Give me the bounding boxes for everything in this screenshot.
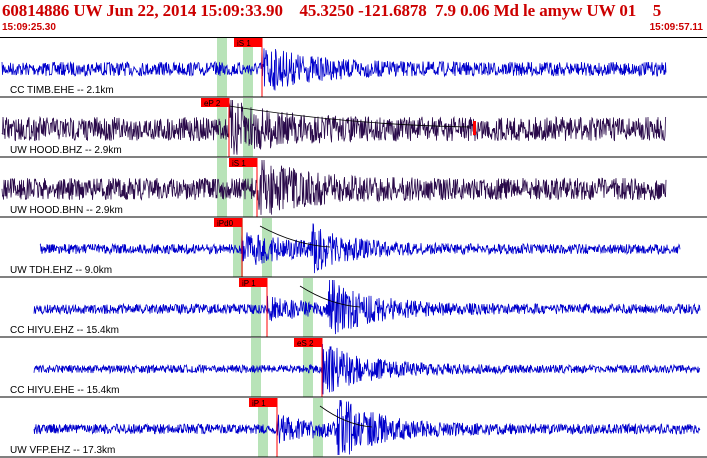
header-bar: 60814886 UW Jun 22, 2014 15:09:33.90 45.… [0, 0, 707, 37]
pick-label: iP 1 [252, 399, 266, 408]
channel-panel[interactable]: eS 2 CC HIYU.EHE -- 15.4km [0, 338, 707, 398]
channel-label: CC TIMB.EHE -- 2.1km [10, 85, 114, 96]
channel-panel[interactable]: iP 1 UW VFP.EHZ -- 17.3km [0, 398, 707, 458]
pick-label: iP 1 [242, 279, 256, 288]
channel-panel[interactable]: iPd0 UW TDH.EHZ -- 9.0km [0, 218, 707, 278]
waveform-trace [33, 399, 701, 456]
amplitude-marker [473, 121, 476, 135]
channel-panel[interactable]: iS 1 UW HOOD.BHN -- 2.9km [0, 158, 707, 218]
channel-label: CC HIYU.EHE -- 15.4km [10, 385, 119, 396]
pick-label: eP 2 [204, 99, 221, 108]
pick-label: eS 2 [297, 339, 314, 348]
channel-panel[interactable]: iS 1 CC TIMB.EHE -- 2.1km [0, 38, 707, 98]
channel-panel[interactable]: eP 2 UW HOOD.BHZ -- 2.9km [0, 98, 707, 158]
channel-label: UW TDH.EHZ -- 9.0km [10, 265, 112, 276]
waveform-trace [33, 279, 701, 335]
channel-label: UW HOOD.BHN -- 2.9km [10, 205, 123, 216]
channel-label: UW VFP.EHZ -- 17.3km [10, 445, 115, 456]
pick-label: iS 1 [237, 39, 251, 48]
channel-panel[interactable]: iP 1 CC HIYU.EHZ -- 15.4km [0, 278, 707, 338]
waveform-trace [33, 343, 701, 395]
time-end: 15:09:57.11 [649, 22, 703, 33]
pick-label: iS 1 [232, 159, 246, 168]
waveform-trace [39, 223, 681, 274]
event-title: 60814886 UW Jun 22, 2014 15:09:33.90 45.… [2, 1, 662, 20]
channel-label: UW HOOD.BHZ -- 2.9km [10, 145, 122, 156]
pick-label: iPd0 [217, 219, 234, 228]
time-start: 15:09:25.30 [2, 22, 56, 33]
channel-label: CC HIYU.EHZ -- 15.4km [10, 325, 119, 336]
seismogram-panel[interactable]: iS 1 CC TIMB.EHE -- 2.1km eP 2 UW HOOD.BHZ … [0, 37, 707, 458]
